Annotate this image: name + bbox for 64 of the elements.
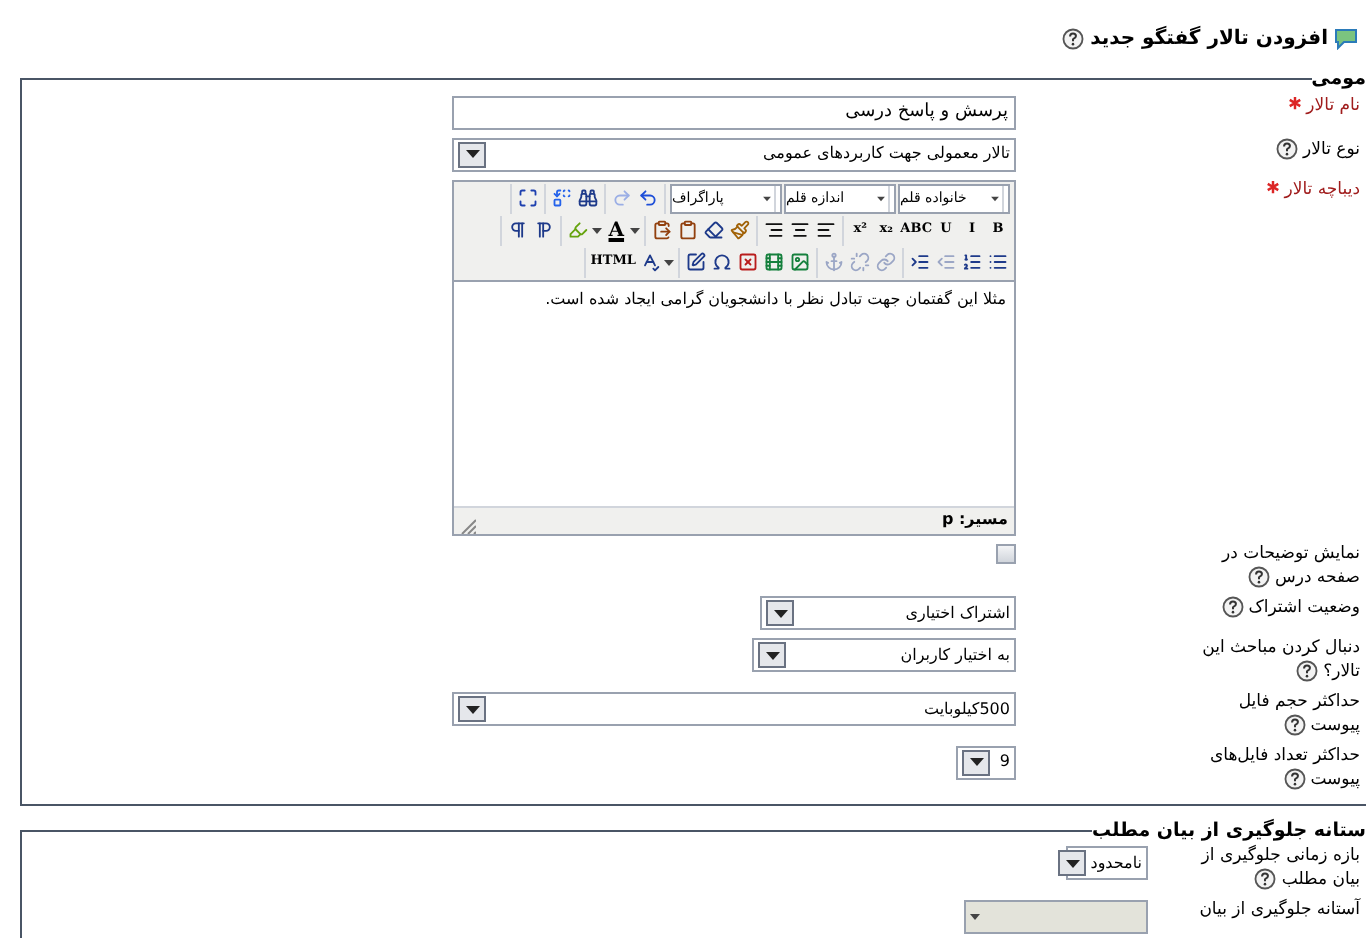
align-center-icon[interactable] [790,220,811,240]
help-icon[interactable] [1247,565,1270,587]
section-legend: ستانه جلوگیری از بیان مطلب [1092,821,1366,841]
required-icon [1266,179,1281,193]
align-right-icon[interactable] [764,220,785,240]
field-label: بازه زمانی جلوگیری از بیان مطلب [1198,846,1360,893]
pilcrow-icon[interactable] [508,220,529,240]
help-icon[interactable] [1283,767,1305,790]
help-icon[interactable] [1295,660,1318,683]
help-icon[interactable] [1283,714,1305,737]
film-icon[interactable] [764,252,784,272]
select-field[interactable]: اشتراک اختیاری [760,596,1016,631]
caret-icon[interactable] [988,185,1004,211]
select-field[interactable]: تالار معمولی جهت کاربردهای عمومی [452,137,1016,171]
field-label: حداکثر تعداد فایل‌های پیوست [1207,745,1360,792]
numbered-list-icon[interactable] [962,252,982,272]
required-icon [1288,95,1303,109]
bullet-list-icon[interactable] [988,252,1008,272]
spellcheck-icon[interactable] [640,252,660,272]
text-field[interactable]: پرسش و پاسخ درسی [452,95,1016,129]
page-title: افزودن تالار گفتگو جدید [1090,24,1328,54]
omega-icon[interactable] [712,252,732,272]
field-label: نوع تالار [1275,137,1360,161]
eraser-icon[interactable] [704,220,725,240]
field-label: دیباچه تالار [1284,179,1360,201]
chat-bubble-icon [1334,28,1358,50]
field-label: نام تالار [1306,95,1360,117]
help-icon[interactable] [1275,137,1298,159]
brush-icon[interactable] [730,220,751,240]
field-label: دنبال کردن مباحث این تالار؟ [1200,638,1360,685]
clipboard-icon[interactable] [678,220,699,240]
paste-icon[interactable] [652,220,673,240]
crossed-square-icon[interactable] [738,252,758,272]
field-label: نمایش توضیحات در صفحه درس [1219,543,1360,589]
binoculars-icon[interactable] [578,188,598,208]
caret-icon [970,914,980,921]
toolbar-button[interactable]: A [604,215,629,245]
field-label: حداکثر حجم فایل پیوست [1236,692,1360,738]
caret-icon[interactable] [874,185,890,211]
caret-icon[interactable] [760,185,776,211]
pilcrow-icon[interactable] [534,220,555,240]
replace-icon[interactable] [552,188,572,208]
field-label: آستانه جلوگیری از بیان [1199,900,1360,923]
image-icon[interactable] [790,252,810,272]
fullscreen-icon[interactable] [518,188,538,208]
caret-icon[interactable] [592,227,603,233]
select-field[interactable]: 500کیلوبایت [452,692,1016,727]
align-left-icon[interactable] [816,220,837,240]
checkbox[interactable] [996,543,1016,563]
caret-icon[interactable] [664,259,674,265]
editor-content: مثلا این گفتمان جهت تبادل نظر با دانشجویان گرامی ایجاد شده است. [543,287,1006,311]
caret-icon[interactable] [630,227,641,233]
help-icon[interactable] [1221,596,1244,619]
indent-icon[interactable] [910,252,930,272]
element-path: مسیر: p [941,508,1008,532]
resize-handle-icon[interactable] [460,517,476,533]
section-legend: مومی [1311,70,1366,89]
help-icon[interactable] [1062,28,1085,50]
select-field[interactable]: 9 [956,745,1016,780]
help-icon[interactable] [1254,868,1277,891]
field-label: وضعیت اشتراک [1221,596,1360,621]
edit-icon[interactable] [686,252,706,272]
select-field[interactable]: به اختیار کاربران [752,638,1016,673]
undo-icon[interactable] [638,188,658,208]
